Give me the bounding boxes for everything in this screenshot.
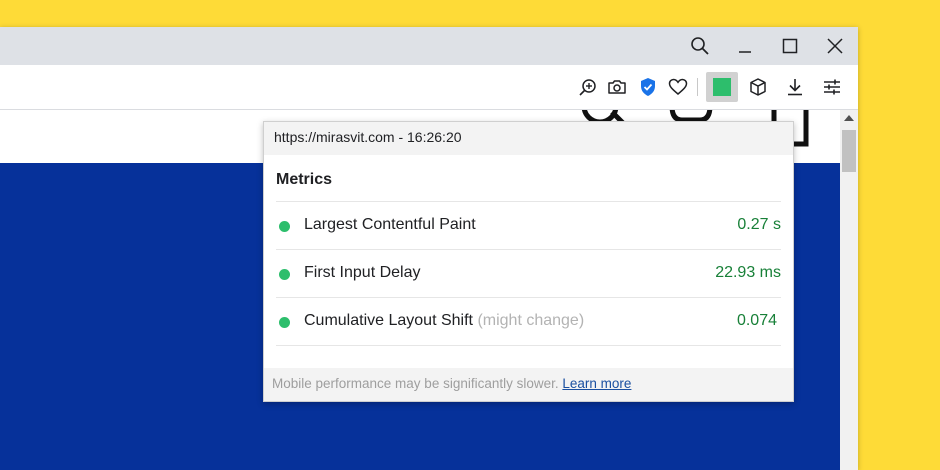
search-icon[interactable] [689,35,711,57]
download-icon[interactable] [784,76,806,98]
metric-value: 0.074 [736,312,777,329]
popup-footer: Mobile performance may be significantly … [264,368,793,401]
metric-name: Cumulative Layout Shift [304,312,473,329]
metric-lcp: Largest Contentful Paint 0.27 s [276,202,781,250]
metric-value: 22.93 ms [715,264,781,281]
metric-fid: First Input Delay 22.93 ms [276,250,781,298]
toolbar-divider [697,78,698,96]
maximize-icon[interactable] [779,35,801,57]
heart-icon[interactable] [667,76,689,98]
web-vitals-extension-icon[interactable] [706,72,738,102]
popup-pointer [714,113,730,121]
box-icon[interactable] [747,76,769,98]
footer-text: Mobile performance may be significantly … [272,376,559,391]
popup-url-time: https://mirasvit.com - 16:26:20 [264,122,793,155]
status-dot-icon [279,317,290,328]
metric-value: 0.27 s [737,216,781,233]
zoom-in-icon[interactable] [577,76,599,98]
status-dot-icon [279,269,290,280]
metric-name: Largest Contentful Paint [304,216,476,233]
metric-cls: Cumulative Layout Shift (might change) 0… [276,298,781,346]
minimize-icon[interactable] [734,35,756,57]
metrics-heading: Metrics [276,171,781,202]
settings-icon[interactable] [821,76,843,98]
titlebar [0,27,858,65]
close-icon[interactable] [824,35,846,57]
learn-more-link[interactable]: Learn more [562,376,631,391]
scroll-thumb[interactable] [842,130,856,172]
metric-note: (might change) [477,312,585,329]
browser-toolbar [0,65,858,110]
web-vitals-popup: https://mirasvit.com - 16:26:20 Metrics … [263,121,794,402]
metric-name: First Input Delay [304,264,421,281]
vitals-status-square [713,78,731,96]
scroll-up-arrow-icon[interactable] [844,115,854,121]
shield-check-icon[interactable] [637,76,659,98]
camera-icon[interactable] [606,76,628,98]
scrollbar[interactable] [840,110,858,470]
status-dot-icon [279,221,290,232]
